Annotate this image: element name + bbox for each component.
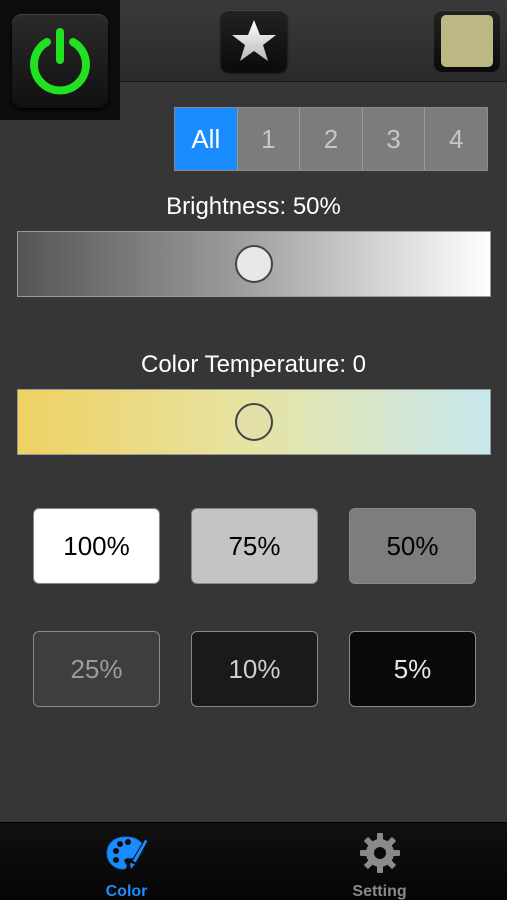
preset-label: 50%: [386, 530, 439, 561]
tab-color[interactable]: Color: [0, 823, 253, 900]
power-icon: [30, 28, 90, 95]
preset-button-75[interactable]: 75%: [191, 508, 318, 584]
favorites-button[interactable]: [221, 10, 287, 72]
tab-setting-label: Setting: [352, 883, 407, 900]
power-button-area: [0, 0, 120, 120]
zone-tab-4[interactable]: 4: [425, 108, 487, 170]
brightness-slider-thumb[interactable]: [235, 245, 273, 283]
preset-button-10[interactable]: 10%: [191, 631, 318, 707]
brightness-label: Brightness: 50%: [166, 193, 341, 220]
palette-icon: [105, 836, 149, 870]
zone-tab-3[interactable]: 3: [362, 108, 426, 170]
preset-button-25[interactable]: 25%: [33, 631, 160, 707]
preset-button-5[interactable]: 5%: [349, 631, 476, 707]
star-icon: [232, 20, 276, 61]
color-temperature-label: Color Temperature: 0: [141, 351, 366, 378]
current-color-button[interactable]: [434, 10, 500, 72]
power-button[interactable]: [12, 14, 108, 108]
zone-tab-1[interactable]: 1: [237, 108, 301, 170]
zone-tab-2[interactable]: 2: [300, 108, 363, 170]
zone-selector: All 1 2 3 4: [174, 107, 488, 171]
gear-icon: [359, 833, 400, 873]
preset-button-50[interactable]: 50%: [349, 508, 476, 584]
current-color-swatch: [441, 15, 493, 67]
preset-label: 100%: [63, 530, 130, 561]
tab-setting[interactable]: Setting: [253, 823, 506, 900]
tab-color-label: Color: [105, 883, 148, 900]
zone-tab-all[interactable]: All: [175, 108, 238, 170]
tab-bar: Color Setting: [0, 822, 507, 900]
preset-label: 10%: [228, 653, 281, 684]
brightness-slider[interactable]: [17, 231, 491, 297]
preset-label: 75%: [228, 530, 281, 561]
preset-button-100[interactable]: 100%: [33, 508, 160, 584]
preset-label: 5%: [393, 653, 432, 684]
color-temperature-slider-thumb[interactable]: [235, 403, 273, 441]
preset-label: 25%: [70, 653, 123, 684]
color-temperature-slider[interactable]: [17, 389, 491, 455]
